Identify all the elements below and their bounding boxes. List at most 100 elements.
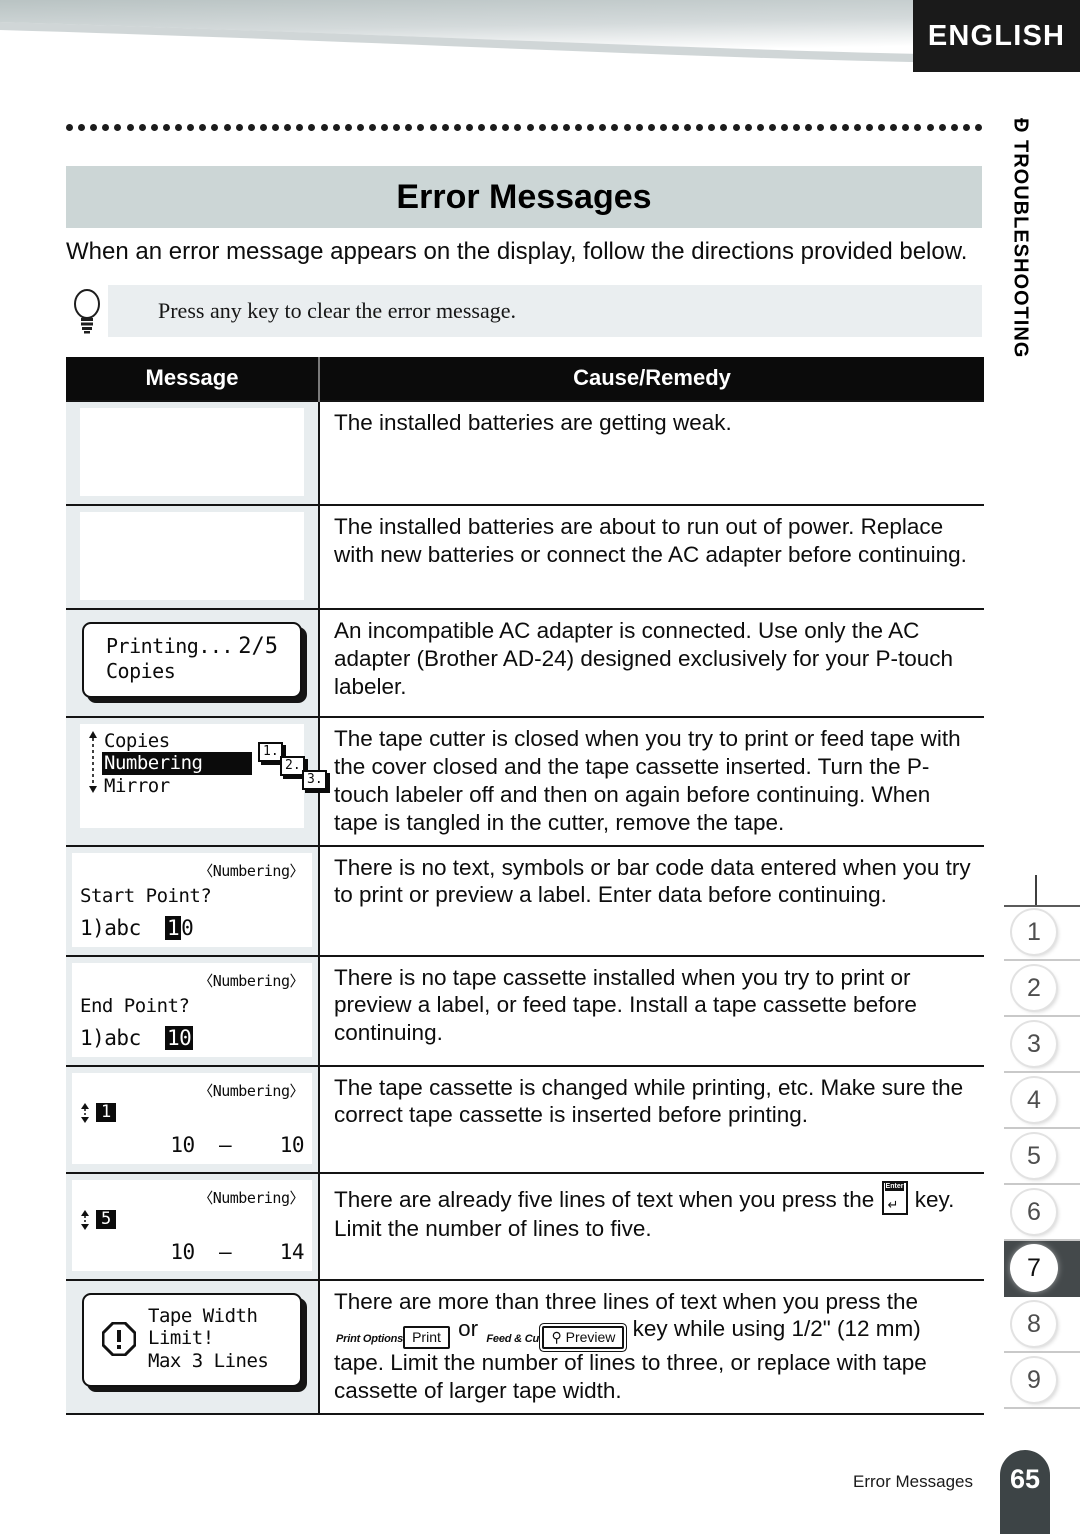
rule-dot — [538, 124, 546, 131]
rule-dot — [575, 124, 583, 131]
rule-dot — [720, 124, 728, 131]
table-row: Printing... 2/5 Copies An incompatible AC … — [66, 609, 984, 718]
table-row: Tape Width Limit! Max 3 Lines There are mor… — [66, 1279, 984, 1416]
rule-dot — [320, 124, 328, 131]
chapter-index-item-7[interactable]: 7 — [1004, 1241, 1080, 1297]
chapter-index-item-8[interactable]: 8 — [1004, 1297, 1080, 1353]
rule-dot — [199, 124, 207, 131]
tip-callout: Press any key to clear the error message… — [108, 285, 982, 337]
section-side-title-label: Ð TROUBLESHOOTING — [1009, 118, 1032, 359]
rule-dot — [514, 124, 522, 131]
chapter-index-item-3[interactable]: 3 — [1004, 1017, 1080, 1073]
lcd-range-line: 10 – 14 — [80, 1240, 304, 1264]
preview-key-label: ⚲ Preview — [542, 1326, 625, 1350]
lcd-copies-label: Copies — [106, 659, 176, 683]
rule-dot — [223, 124, 231, 131]
message-cell: 〈Numbering〉 5 10 – 14 — [66, 1172, 320, 1281]
warning-exclamation-icon — [102, 1321, 136, 1356]
remedy-text: There are more than three lines of text … — [334, 1288, 919, 1314]
table-row: 〈Numbering〉 End Point? 1)abc 10 There is no… — [66, 955, 984, 1067]
cause-remedy-cell: There is no text, symbols or bar code da… — [319, 845, 984, 957]
lcd-page-box: 1. — [258, 742, 283, 762]
cause-remedy-cell: There are already five lines of text whe… — [319, 1172, 984, 1281]
chapter-index-number: 3 — [1012, 1022, 1056, 1066]
rule-dot — [296, 124, 304, 131]
lcd-range-right: 10 — [279, 1132, 305, 1157]
rule-dot — [647, 124, 655, 131]
scroll-updown-icon — [89, 731, 97, 793]
rule-dot — [732, 124, 740, 131]
scroll-updown-icon — [81, 1209, 89, 1230]
lcd-range-right: 14 — [279, 1239, 305, 1264]
rule-dot — [526, 124, 534, 131]
chapter-index-item-2[interactable]: 2 — [1004, 961, 1080, 1017]
chapter-index-item-5[interactable]: 5 — [1004, 1129, 1080, 1185]
chapter-index-item-9[interactable]: 9 — [1004, 1353, 1080, 1409]
rule-dot — [708, 124, 716, 131]
rule-dot — [478, 124, 486, 131]
chapter-index-item-4[interactable]: 4 — [1004, 1073, 1080, 1129]
lcd-context-label: 〈Numbering〉 — [198, 1188, 304, 1207]
lcd-screen-range: 〈Numbering〉 1 10 – 10 — [72, 1072, 312, 1164]
lcd-value-tail: 0 — [181, 915, 194, 940]
lcd-screen-point-prompt: 〈Numbering〉 End Point? 1)abc 10 — [72, 962, 312, 1057]
rule-dot — [235, 124, 243, 131]
rule-dot — [793, 124, 801, 131]
scroll-updown-icon — [81, 1102, 89, 1123]
table-row: Copies Numbering Mirror 1. 2. 3. The tape cutt… — [66, 717, 984, 847]
lcd-warning-line1: Tape Width — [148, 1304, 258, 1327]
message-cell: 〈Numbering〉 1 10 – 10 — [66, 1065, 320, 1174]
tip-text: Press any key to clear the error message… — [158, 298, 516, 323]
rule-dot — [841, 124, 849, 131]
rule-dot — [417, 124, 425, 131]
rule-dot — [150, 124, 158, 131]
preview-key-icon: Feed & Cut ⚲ Preview — [486, 1321, 625, 1350]
cause-remedy-cell: The installed batteries are getting weak… — [319, 400, 984, 506]
rule-dot — [684, 124, 692, 131]
enter-key-arrow-glyph: ↵ — [887, 1196, 899, 1212]
lcd-screen-blank — [80, 408, 304, 496]
rule-dot — [465, 124, 473, 131]
remedy-text: or — [451, 1316, 485, 1342]
rule-dot — [162, 124, 170, 131]
rule-dot — [975, 124, 982, 131]
lcd-range-dash: – — [194, 1239, 280, 1264]
rule-dot — [211, 124, 219, 131]
lcd-screen-point-prompt: 〈Numbering〉 Start Point? 1)abc 10 — [72, 852, 312, 947]
rule-dot — [926, 124, 934, 131]
lcd-range-left: 10 — [170, 1239, 195, 1264]
lcd-warning-line2: Limit! — [148, 1327, 214, 1350]
preview-key-shift-label: Feed & Cut — [486, 1333, 543, 1346]
rule-dot — [453, 124, 461, 131]
table-header-row: Message Cause/Remedy — [66, 357, 984, 401]
rule-dot — [308, 124, 316, 131]
lcd-value-line: 1)abc 10 — [80, 915, 304, 940]
print-key-icon: Print Options Print — [336, 1321, 450, 1350]
rule-dot — [259, 124, 267, 131]
rule-dot — [502, 124, 510, 131]
rule-dot — [829, 124, 837, 131]
rule-dot — [356, 124, 364, 131]
footer-page-number: 65 — [1009, 1464, 1041, 1494]
lcd-line-badge: 5 — [96, 1209, 117, 1230]
rule-dot — [623, 124, 631, 131]
rule-dot — [550, 124, 558, 131]
cause-remedy-cell: The tape cassette is changed while print… — [319, 1065, 984, 1174]
page-title: Error Messages — [396, 177, 652, 216]
lcd-screen-menu: Copies Numbering Mirror 1. 2. 3. — [80, 724, 327, 828]
enter-key-cap-label: Enter — [884, 1182, 905, 1191]
rule-dot — [175, 124, 183, 131]
lcd-value-prefix: 1)abc — [80, 1025, 141, 1050]
footer-page-number-tab: 65 — [1000, 1450, 1050, 1534]
rule-dot — [890, 124, 898, 131]
chapter-index-item-6[interactable]: 6 — [1004, 1185, 1080, 1241]
chapter-index-number: 1 — [1012, 910, 1056, 954]
chapter-index-item-1[interactable]: 1 — [1004, 905, 1080, 961]
lcd-warning-line3: Max 3 Lines — [148, 1350, 269, 1373]
rule-dot — [587, 124, 595, 131]
cause-remedy-cell: An incompatible AC adapter is connected.… — [319, 609, 984, 718]
lcd-value-line: 1)abc 10 — [80, 1025, 304, 1050]
lcd-screen-range: 〈Numbering〉 5 10 – 14 — [72, 1179, 312, 1271]
language-tab: ENGLISH — [913, 0, 1080, 72]
rule-dot — [102, 124, 110, 131]
